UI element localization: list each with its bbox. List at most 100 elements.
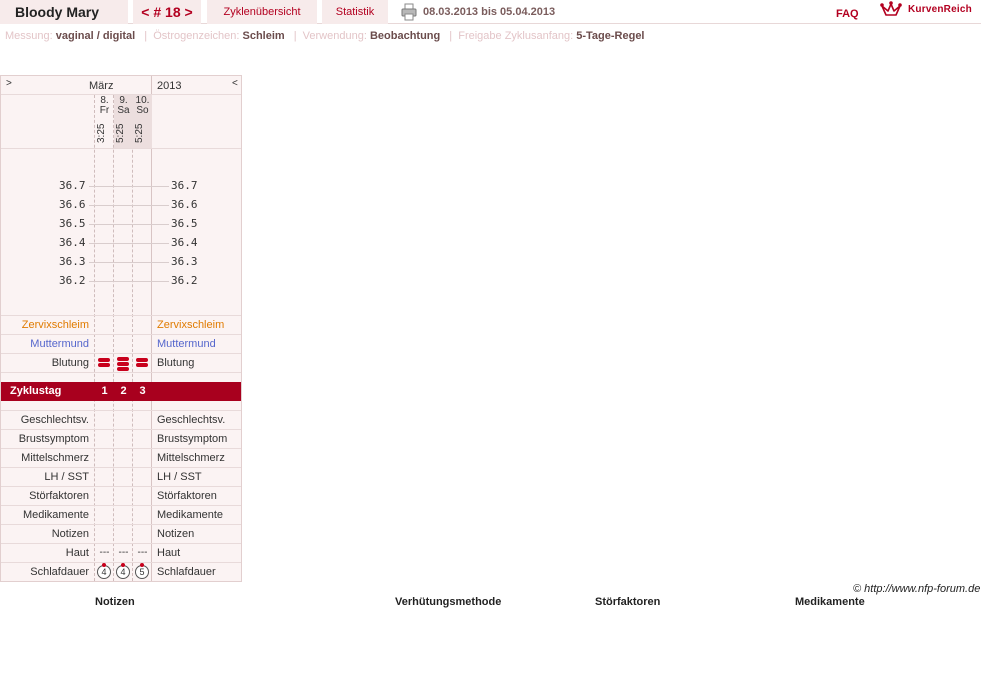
sleep-clock-icon: 4 [116,565,130,579]
temp-gridline [89,205,169,206]
lh-sst-label: LH / SST [44,471,89,483]
day-column[interactable]: 10. So 5:25 [133,95,152,148]
measure-time: 3:25 [96,123,107,143]
temp-axis-label: 36.2 [171,274,198,287]
measurement-value: vaginal / digital [55,30,136,42]
medication-label: Medikamente [22,509,89,521]
cycle-day-number: 1 [101,385,108,397]
day-divider [132,95,133,581]
cervix-mucus-label: Zervixschleim [157,319,225,331]
day-weekday: Sa [117,105,130,116]
cervix-label: Muttermund [30,338,89,350]
temp-gridline [89,262,169,263]
mittelschmerz-label: Mittelschmerz [21,452,89,464]
year-label: 2013 [157,80,182,92]
usage-value: Beobachtung [369,30,441,42]
usage-label: Verwendung: [302,30,367,42]
row-divider [1,148,241,149]
settings-line: Messung: vaginal / digital | Östrogenzei… [5,30,648,44]
separator: | [449,30,453,42]
mittelschmerz-label: Mittelschmerz [157,452,225,464]
temp-axis-label: 36.5 [171,217,198,230]
cycle-day-number: 2 [120,385,127,397]
row-divider [1,353,241,354]
row-divider [1,467,241,468]
row-divider [1,448,241,449]
separator: | [293,30,297,42]
release-label: Freigabe Zyklusanfang: [458,30,574,42]
bleeding-label: Blutung [51,357,89,369]
temp-gridline [89,186,169,187]
skin-value: --- [137,547,148,558]
faq-link[interactable]: FAQ [836,2,859,26]
row-divider [1,315,241,316]
day-weekday: Fr [99,105,110,116]
lh-sst-label: LH / SST [157,471,202,483]
measure-time: 5:25 [134,123,145,143]
row-divider [1,429,241,430]
month-label: März [89,80,114,92]
notes-label: Notizen [51,528,89,540]
copyright[interactable]: © http://www.nfp-forum.de [853,583,980,595]
disruptions-label: Störfaktoren [29,490,89,502]
temp-axis-label: 36.3 [171,255,198,268]
method-heading: Verhütungsmethode [395,596,502,608]
bleeding-mark [117,362,129,366]
date-range: 08.03.2013 bis 05.04.2013 [423,6,556,18]
temp-axis-label: 36.5 [59,217,86,230]
temp-axis-label: 36.4 [59,236,86,249]
temp-axis-label: 36.4 [171,236,198,249]
temp-gridline [89,224,169,225]
user-name: Bloody Mary [0,0,128,24]
cycle-chart: > März 2013 < 8. Fr 3:25 9. Sa 5:25 10. … [0,75,242,582]
cervix-mucus-label: Zervixschleim [21,319,89,331]
day-column[interactable]: 9. Sa 5:25 [114,95,133,148]
intercourse-label: Geschlechtsv. [20,414,89,426]
disruptions-label: Störfaktoren [157,490,217,502]
measurement-label: Messung: [5,30,53,42]
day-divider [94,95,95,581]
statistics-tab[interactable]: Statistik [322,0,388,24]
disruptions-heading: Störfaktoren [595,596,661,608]
sleep-clock-icon: 4 [97,565,111,579]
cycle-day-bar: Zyklustag 1 2 3 [1,382,241,401]
temp-axis-label: 36.6 [171,198,198,211]
medication-label: Medikamente [157,509,224,521]
bleeding-label: Blutung [157,357,195,369]
oestrogen-value: Schleim [242,30,285,42]
bleeding-mark [117,357,129,361]
skin-value: --- [118,547,129,558]
cycle-overview-tab[interactable]: Zyklenübersicht [207,0,317,24]
sleep-duration-label: Schlafdauer [157,566,216,578]
clock-marker [121,563,125,567]
skin-label: Haut [157,547,181,559]
bleeding-mark [117,367,129,371]
prev-month-button[interactable]: < [232,78,238,89]
notes-label: Notizen [157,528,195,540]
logo-text[interactable]: KurvenReich [908,0,972,22]
bleeding-mark [136,358,148,362]
cycle-selector[interactable]: < # 18 > [133,0,201,24]
sleep-clock-icon: 5 [135,565,149,579]
temp-axis-label: 36.3 [59,255,86,268]
day-column[interactable]: 8. Fr 3:25 [95,95,114,148]
oestrogen-label: Östrogenzeichen: [153,30,240,42]
bleeding-mark [98,358,110,362]
cycle-day-number: 3 [139,385,146,397]
row-divider [1,505,241,506]
top-bar: Bloody Mary < # 18 > Zyklenübersicht Sta… [0,0,981,24]
row-divider [1,524,241,525]
breast-symptom-label: Brustsymptom [18,433,89,445]
row-divider [1,543,241,544]
temp-axis-label: 36.2 [59,274,86,287]
bleeding-mark [136,363,148,367]
breast-symptom-label: Brustsymptom [157,433,228,445]
printer-icon[interactable] [401,3,417,21]
crown-logo-icon[interactable] [880,1,902,19]
row-divider [1,334,241,335]
temp-gridline [89,281,169,282]
row-divider [1,410,241,411]
next-month-button[interactable]: > [6,78,12,89]
day-divider [113,95,114,581]
day-weekday: So [136,105,149,116]
